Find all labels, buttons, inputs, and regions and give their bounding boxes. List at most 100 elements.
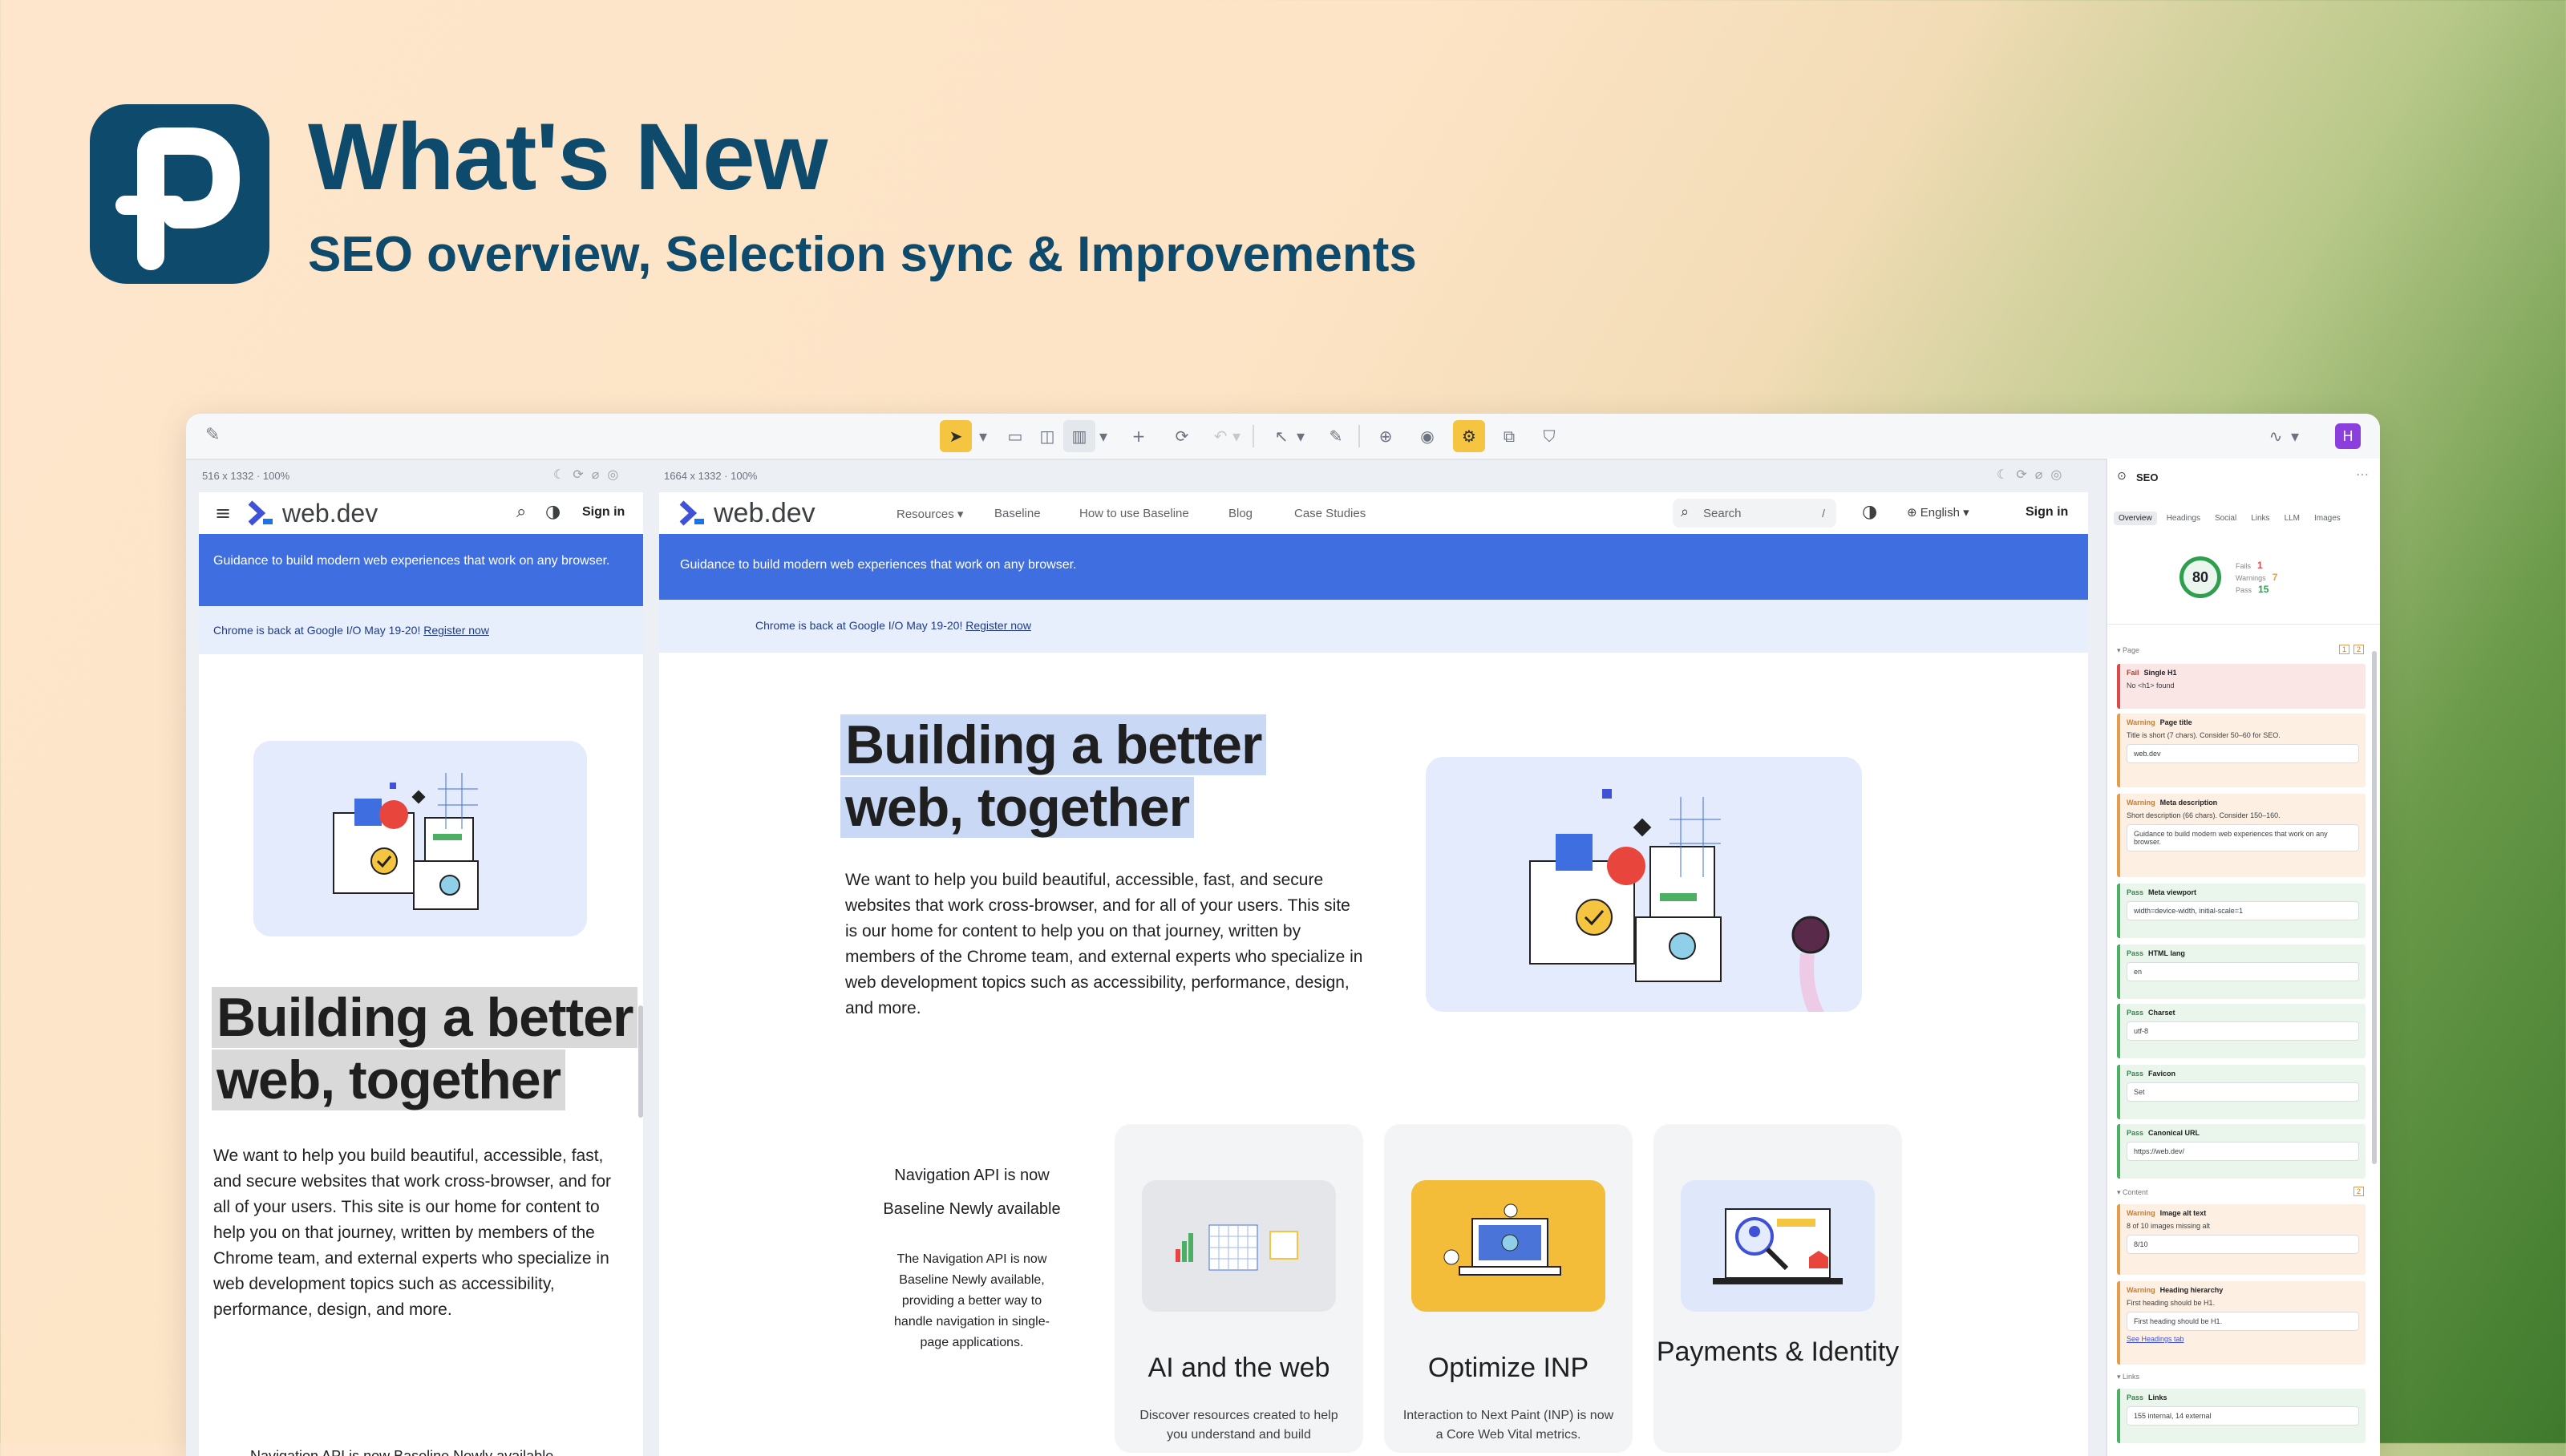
payments-illustration bbox=[1681, 1180, 1875, 1312]
webdev-logo[interactable]: web.dev bbox=[678, 498, 816, 528]
identity-search-icon bbox=[1713, 1208, 1843, 1284]
globe-icon: ⊕ bbox=[1907, 505, 1917, 520]
nav-blog[interactable]: Blog bbox=[1228, 507, 1253, 520]
zoom-icon[interactable]: ⊕ bbox=[1370, 420, 1402, 452]
hero-title: What's New bbox=[308, 104, 828, 210]
chevron-down-icon[interactable]: ▾ bbox=[1095, 420, 1111, 452]
language-select[interactable]: ⊕ English ▾ bbox=[1907, 505, 1969, 520]
refresh-icon[interactable]: ⟳ bbox=[1166, 420, 1198, 452]
seo-item-heading-hierarchy[interactable]: Warning Heading hierarchy First heading s… bbox=[2117, 1281, 2366, 1365]
laptop-icon bbox=[1443, 1203, 1561, 1276]
card-ai-and-the-web[interactable]: AI and the web Discover resources create… bbox=[1115, 1124, 1363, 1453]
mobile-frame-tools[interactable]: ☾⟳⌀◎ bbox=[553, 467, 626, 482]
card-title: AI and the web bbox=[1147, 1353, 1330, 1383]
box-illustration-icon bbox=[333, 773, 479, 910]
mobile-preview[interactable]: ≡ web.dev ⌕ ◑ Sign in Guidance to build … bbox=[199, 492, 643, 1456]
search-icon[interactable]: ⌕ bbox=[516, 502, 526, 522]
seo-score: 80 bbox=[2179, 556, 2221, 598]
search-input[interactable]: Search bbox=[1703, 507, 1742, 520]
select-tool-icon[interactable]: ➤ bbox=[940, 420, 972, 452]
tab-overview[interactable]: Overview bbox=[2114, 512, 2157, 525]
mobile-header: ≡ web.dev ⌕ ◑ Sign in bbox=[199, 492, 643, 535]
extension-icon[interactable]: ⧉ bbox=[1493, 420, 1525, 452]
news-title-line2: Baseline Newly available bbox=[883, 1200, 1061, 1218]
seo-item-charset[interactable]: Pass Charset utf-8 bbox=[2117, 1004, 2366, 1058]
seo-item-html-lang[interactable]: Pass HTML lang en bbox=[2117, 944, 2366, 999]
card-payments-identity[interactable]: Payments & Identity bbox=[1653, 1124, 1902, 1453]
view-grid-icon[interactable]: ▥ bbox=[1063, 420, 1095, 452]
nav-resources[interactable]: Resources ▾ bbox=[896, 507, 963, 521]
seo-plugin-icon[interactable]: ⚙ bbox=[1453, 420, 1485, 452]
chevron-down-icon[interactable]: ▾ bbox=[2287, 420, 2303, 452]
signin-link[interactable]: Sign in bbox=[582, 505, 625, 520]
card-title: Payments & Identity bbox=[1656, 1337, 1900, 1367]
seo-panel: ⊙ SEO ⋯ Overview Headings Social Links L… bbox=[2106, 459, 2380, 1456]
section-page-label[interactable]: ▾ Page bbox=[2117, 646, 2139, 655]
page-fail-count: 1 bbox=[2338, 645, 2349, 654]
tab-llm[interactable]: LLM bbox=[2280, 512, 2305, 525]
p-logo-icon bbox=[115, 127, 241, 270]
seo-item-single-h1[interactable]: Fail Single H1 No <h1> found bbox=[2117, 664, 2366, 709]
nav-how-to-use-baseline[interactable]: How to use Baseline bbox=[1079, 507, 1189, 520]
mobile-subbanner: Chrome is back at Google I/O May 19-20! … bbox=[199, 606, 643, 654]
mobile-banner: Guidance to build modern web experiences… bbox=[199, 534, 643, 606]
hero-subtitle: SEO overview, Selection sync & Improveme… bbox=[308, 227, 1417, 282]
signin-link[interactable]: Sign in bbox=[2026, 505, 2068, 520]
tab-images[interactable]: Images bbox=[2309, 512, 2345, 525]
inp-illustration bbox=[1411, 1180, 1605, 1312]
nav-baseline[interactable]: Baseline bbox=[994, 507, 1041, 520]
tab-links[interactable]: Links bbox=[2246, 512, 2274, 525]
seo-item-image-alt[interactable]: Warning Image alt text 8 of 10 images mis… bbox=[2117, 1204, 2366, 1275]
chevron-down-icon[interactable]: ▾ bbox=[1228, 420, 1245, 452]
mobile-intro-paragraph: We want to help you build beautiful, acc… bbox=[213, 1147, 612, 1319]
plugin-badge[interactable]: H bbox=[2335, 423, 2361, 449]
toolbar: ✎ ➤ ▾ ▭ ◫ ▥ ▾ + ⟳ ↶ ▾ ↖ ▾ ✎ ⊕ ◉ ⚙ ⧉ ⛉ ∿ … bbox=[186, 414, 2380, 460]
theme-toggle-icon[interactable]: ◑ bbox=[1862, 502, 1877, 522]
mobile-news-text: Navigation API is now Baseline Newly ava… bbox=[250, 1448, 554, 1456]
seo-tabs: Overview Headings Social Links LLM Image… bbox=[2114, 512, 2345, 525]
register-link[interactable]: Register now bbox=[423, 624, 489, 637]
chevron-down-icon[interactable]: ▾ bbox=[975, 420, 991, 452]
view-split-icon[interactable]: ◫ bbox=[1031, 420, 1063, 452]
desktop-intro-paragraph: We want to help you build beautiful, acc… bbox=[845, 871, 1363, 1017]
seo-item-meta-viewport[interactable]: Pass Meta viewport width=device-width, in… bbox=[2117, 884, 2366, 938]
register-link[interactable]: Register now bbox=[965, 619, 1031, 632]
section-content-label[interactable]: ▾ Content bbox=[2117, 1188, 2148, 1197]
mobile-frame-meta: 516 x 1332 · 100% bbox=[202, 470, 290, 482]
nav-case-studies[interactable]: Case Studies bbox=[1294, 507, 1366, 520]
webdev-chevron-icon bbox=[248, 500, 273, 526]
page-warn-count: 2 bbox=[2353, 645, 2364, 654]
tab-headings[interactable]: Headings bbox=[2162, 512, 2205, 525]
seo-item-meta-description[interactable]: Warning Meta description Short descriptio… bbox=[2117, 794, 2366, 877]
chart-grid-icon bbox=[1176, 1224, 1298, 1271]
chevron-down-icon[interactable]: ▾ bbox=[1293, 420, 1309, 452]
desktop-frame-tools[interactable]: ☾⟳⌀◎ bbox=[1997, 467, 2070, 482]
webdev-logo[interactable]: web.dev bbox=[247, 499, 378, 528]
seo-scrollbar[interactable] bbox=[2372, 651, 2377, 1164]
section-links-label[interactable]: ▾ Links bbox=[2117, 1373, 2139, 1381]
app-logo bbox=[90, 104, 269, 284]
seo-item-page-title[interactable]: Warning Page title Title is short (7 char… bbox=[2117, 714, 2366, 787]
eye-icon[interactable]: ◉ bbox=[1411, 420, 1443, 452]
tab-social[interactable]: Social bbox=[2210, 512, 2241, 525]
menu-icon[interactable]: ≡ bbox=[215, 502, 231, 524]
card-optimize-inp[interactable]: Optimize INP Interaction to Next Paint (… bbox=[1384, 1124, 1633, 1453]
add-icon[interactable]: + bbox=[1123, 420, 1155, 452]
shield-icon[interactable]: ⛉ bbox=[1533, 420, 1565, 452]
seo-item-favicon[interactable]: Pass Favicon Set bbox=[2117, 1065, 2366, 1119]
desktop-banner: Guidance to build modern web experiences… bbox=[659, 534, 2088, 600]
mobile-hero-heading: Building a better web, together bbox=[212, 986, 638, 1111]
seo-panel-title: SEO bbox=[2136, 471, 2159, 483]
search-box[interactable]: ⌕ Search / bbox=[1673, 499, 1836, 528]
theme-toggle-icon[interactable]: ◑ bbox=[545, 502, 561, 522]
see-headings-link[interactable]: See Headings tab bbox=[2127, 1335, 2184, 1343]
pen-icon[interactable]: ✎ bbox=[1320, 420, 1352, 452]
seo-item-links[interactable]: Pass Links 155 internal, 14 external bbox=[2117, 1389, 2366, 1443]
view-single-icon[interactable]: ▭ bbox=[999, 420, 1031, 452]
more-icon[interactable]: ⋯ bbox=[2356, 467, 2369, 483]
mobile-scrollbar[interactable] bbox=[638, 1005, 643, 1118]
webdev-chevron-icon bbox=[679, 500, 704, 526]
app-menu-icon[interactable]: ✎ bbox=[205, 425, 220, 445]
seo-item-canonical-url[interactable]: Pass Canonical URL https://web.dev/ bbox=[2117, 1124, 2366, 1179]
content-warn-count: 2 bbox=[2353, 1187, 2364, 1196]
